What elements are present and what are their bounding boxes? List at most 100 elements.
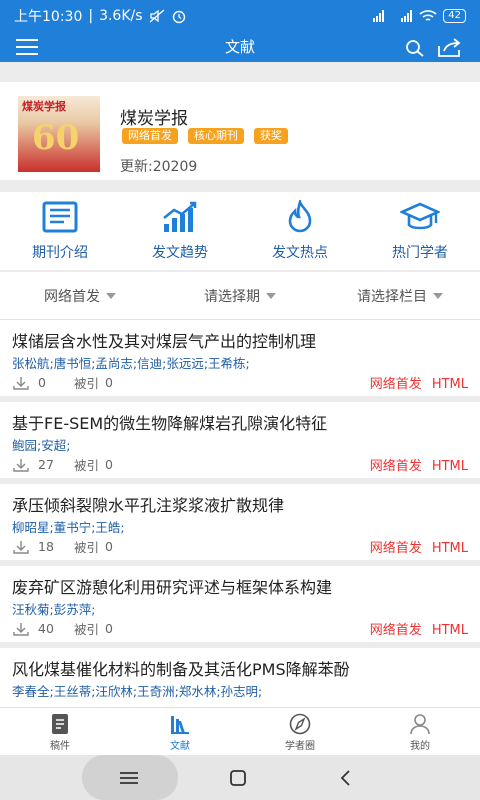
compass-icon	[289, 713, 311, 735]
cited-count: 0	[105, 375, 113, 390]
filter-label: 请选择期	[204, 288, 260, 305]
article-authors[interactable]: 汪秋菊;彭苏萍;	[12, 599, 95, 618]
article-list: 煤储层含水性及其对煤层气产出的控制机理 张松航;唐书恒;孟尚志;信迪;张远远;王…	[0, 320, 480, 707]
cited-count: 0	[105, 457, 113, 472]
article-authors[interactable]: 张松航;唐书恒;孟尚志;信迪;张远远;王希栋;	[12, 353, 250, 372]
article-title: 废弃矿区游憩化利用研究评述与框架体系构建	[12, 578, 333, 597]
article-badges: 网络首发 HTML	[370, 537, 468, 556]
feature-popular-scholars[interactable]: 热门学者	[360, 192, 480, 270]
article-title: 风化煤基催化材料的制备及其活化PMS降解苯酚	[12, 660, 350, 679]
caret-down-icon	[266, 292, 276, 299]
html-link[interactable]: HTML	[432, 623, 468, 638]
download-count: 40	[38, 621, 54, 636]
filter-column[interactable]: 请选择栏目	[320, 272, 480, 319]
article-item[interactable]: 风化煤基催化材料的制备及其活化PMS降解苯酚 李春全;王丝蒂;汪欣林;王奇洲;郑…	[0, 648, 480, 707]
article-badges: 网络首发 HTML	[370, 619, 468, 638]
html-link[interactable]: HTML	[432, 377, 468, 392]
filter-label: 网络首发	[44, 288, 100, 305]
back-icon[interactable]	[338, 769, 354, 787]
article-authors[interactable]: 李春全;王丝蒂;汪欣林;王奇洲;郑水林;孙志明;	[12, 681, 262, 700]
literature-icon	[171, 716, 189, 734]
flame-icon	[288, 200, 312, 233]
download-count: 27	[38, 457, 54, 472]
caret-down-icon	[433, 292, 443, 299]
article-item[interactable]: 废弃矿区游憩化利用研究评述与框架体系构建 汪秋菊;彭苏萍; 40 被引 0 网络…	[0, 566, 480, 642]
cited-label: 被引	[74, 622, 100, 637]
tab-label: 文献	[170, 741, 190, 752]
search-icon[interactable]	[404, 38, 426, 58]
journal-info-card: 煤炭学报 60 煤炭学报 网络首发 核心期刊 获奖 更新:20209	[0, 82, 480, 180]
feature-publishing-trend[interactable]: 发文趋势	[120, 192, 240, 270]
download-count: 18	[38, 539, 54, 554]
cited-label: 被引	[74, 458, 100, 473]
article-meta: 0 被引 0	[12, 373, 113, 392]
journal-intro-icon	[42, 201, 78, 233]
online-first-badge: 网络首发	[369, 541, 422, 556]
cited-label: 被引	[74, 376, 100, 391]
article-authors[interactable]: 柳昭星;董书宁;王皓;	[12, 517, 125, 536]
journal-update-info: 更新:20209	[120, 159, 198, 175]
tab-label: 稿件	[50, 741, 70, 752]
profile-icon	[410, 714, 430, 735]
journal-tags: 网络首发 核心期刊 获奖	[122, 128, 288, 144]
tab-literature[interactable]: 文献	[120, 708, 240, 755]
share-icon[interactable]	[436, 36, 464, 58]
filter-issue[interactable]: 请选择期	[160, 272, 320, 319]
trend-chart-icon	[163, 201, 197, 232]
article-item[interactable]: 承压倾斜裂隙水平孔注浆浆液扩散规律 柳昭星;董书宁;王皓; 18 被引 0 网络…	[0, 484, 480, 560]
status-network-speed: 3.6K/s	[99, 8, 143, 24]
tag-core-journal: 核心期刊	[188, 128, 244, 144]
journal-cover[interactable]: 煤炭学报 60	[18, 96, 100, 172]
html-link[interactable]: HTML	[432, 541, 468, 556]
download-count: 0	[38, 375, 46, 390]
home-icon[interactable]	[228, 769, 248, 787]
online-first-badge: 网络首发	[369, 377, 422, 392]
article-title: 煤储层含水性及其对煤层气产出的控制机理	[12, 332, 317, 351]
journal-name: 煤炭学报	[120, 109, 188, 129]
cited-label: 被引	[74, 540, 100, 555]
filter-publication-type[interactable]: 网络首发	[0, 272, 160, 319]
tag-online-first: 网络首发	[122, 128, 178, 144]
online-first-badge: 网络首发	[369, 623, 422, 638]
download-icon	[13, 622, 29, 636]
article-badges: 网络首发 HTML	[370, 373, 468, 392]
status-time: 上午10:30	[14, 9, 83, 25]
status-bar: 上午10:30 | 3.6K/s 42	[0, 0, 480, 32]
manuscript-icon	[52, 714, 68, 734]
tab-scholar-circle[interactable]: 学者圈	[240, 708, 360, 755]
tab-profile[interactable]: 我的	[360, 708, 480, 755]
article-item[interactable]: 煤储层含水性及其对煤层气产出的控制机理 张松航;唐书恒;孟尚志;信迪;张远远;王…	[0, 320, 480, 396]
tab-label: 学者圈	[285, 741, 315, 752]
signal-icon-2	[401, 10, 413, 22]
feature-journal-intro[interactable]: 期刊介绍	[0, 192, 120, 270]
tab-manuscripts[interactable]: 稿件	[0, 708, 120, 755]
feature-label: 期刊介绍	[32, 245, 88, 261]
article-item[interactable]: 基于FE-SEM的微生物降解煤岩孔隙演化特征 鲍园;安超; 27 被引 0 网络…	[0, 402, 480, 478]
feature-hot-topics[interactable]: 发文热点	[240, 192, 360, 270]
mute-icon	[149, 9, 164, 23]
bottom-tab-bar: 稿件 文献 学者圈 我的	[0, 707, 480, 755]
article-authors[interactable]: 鲍园;安超;	[12, 435, 70, 454]
tag-award: 获奖	[254, 128, 288, 144]
cover-title: 煤炭学报	[22, 100, 66, 113]
filter-label: 请选择栏目	[357, 288, 427, 305]
wifi-icon	[419, 10, 437, 21]
status-separator: |	[88, 8, 94, 24]
feature-label: 发文趋势	[152, 245, 208, 261]
feature-label: 发文热点	[272, 245, 328, 261]
recent-apps-icon[interactable]	[118, 771, 140, 785]
app-bar: 文献	[0, 32, 480, 62]
download-icon	[13, 540, 29, 554]
cover-anniversary-number: 60	[32, 118, 80, 158]
signal-icon	[373, 10, 385, 22]
online-first-badge: 网络首发	[369, 459, 422, 474]
tab-label: 我的	[410, 741, 430, 752]
feature-label: 热门学者	[392, 245, 448, 261]
cited-count: 0	[105, 539, 113, 554]
download-icon	[13, 458, 29, 472]
download-icon	[13, 376, 29, 390]
graduation-cap-icon	[400, 202, 440, 230]
html-link[interactable]: HTML	[432, 459, 468, 474]
article-meta: 18 被引 0	[12, 537, 113, 556]
article-meta: 40 被引 0	[12, 619, 113, 638]
